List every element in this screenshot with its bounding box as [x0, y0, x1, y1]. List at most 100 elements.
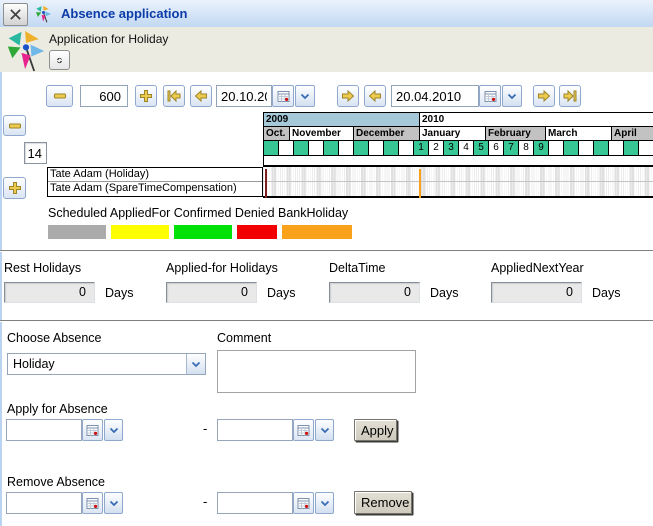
choose-absence-label: Choose Absence: [7, 331, 102, 345]
close-icon: [9, 8, 22, 21]
timeline-week-cell: 5: [474, 141, 489, 156]
dropdown-button[interactable]: [104, 492, 123, 514]
arrow-left-icon: [368, 89, 382, 103]
zoom-out-button[interactable]: [46, 85, 73, 107]
timeline-week-cell: [324, 141, 339, 156]
today-marker: [265, 169, 267, 198]
calendar-button[interactable]: [293, 419, 314, 441]
summary-field-unit: Days: [105, 286, 133, 300]
arrow-left-icon: [194, 89, 208, 103]
pinwheel-icon: [6, 29, 46, 73]
zoom-in-button[interactable]: [135, 85, 157, 107]
combobox-dropdown-button[interactable]: [186, 354, 205, 374]
timeline-week-cell: [564, 141, 579, 156]
apply-to-date-picker-input[interactable]: [217, 419, 293, 441]
comment-label: Comment: [217, 331, 271, 345]
absence-grid-row[interactable]: [263, 182, 653, 196]
calendar-button[interactable]: [82, 419, 103, 441]
apply-from-date-picker-input[interactable]: [6, 419, 82, 441]
remove-button[interactable]: Remove: [354, 491, 412, 514]
timeline-week-cell: 6: [489, 141, 504, 156]
absence-type-value: Holiday: [8, 354, 186, 374]
legend-caption: Scheduled AppliedFor Confirmed Denied Ba…: [48, 206, 348, 220]
prev-from-date-button[interactable]: [190, 85, 212, 107]
timeline-month-cell: January: [420, 127, 486, 141]
close-button[interactable]: [3, 3, 28, 26]
refresh-icon: [56, 53, 63, 68]
timeline-month-cell: Oct.: [264, 127, 290, 141]
to-date-calendar-button[interactable]: [479, 85, 501, 107]
timeline-week-cell: [639, 141, 653, 156]
scale-input[interactable]: [80, 85, 128, 107]
header-panel: Application for Holiday: [0, 27, 653, 72]
timeline-year-cell: 2010: [420, 113, 653, 127]
summary-field-unit: Days: [592, 286, 620, 300]
absence-application-window: Absence application Application for Holi…: [0, 0, 653, 526]
dropdown-button[interactable]: [315, 419, 334, 441]
calendar-icon: [297, 497, 310, 510]
separator: [0, 250, 653, 252]
pinwheel-icon: [35, 5, 52, 23]
to-date-field: [391, 85, 522, 107]
window-left-border: [0, 27, 2, 526]
row-height-decrease-button[interactable]: [3, 115, 26, 136]
apply-to-date-picker: [217, 419, 334, 441]
timeline-week-cell: [309, 141, 324, 156]
apply-button[interactable]: Apply: [354, 419, 397, 441]
timeline-week-cell: 3: [444, 141, 459, 156]
timeline-month-cell: March: [546, 127, 612, 141]
timeline-month-cell: February: [486, 127, 546, 141]
chevron-down-icon: [191, 361, 201, 368]
timeline-month-cell: November: [290, 127, 354, 141]
summary-field-label: Applied-for Holidays: [166, 261, 278, 275]
calendar-icon: [484, 90, 497, 103]
date-range-dash: -: [203, 494, 207, 509]
timeline-week-cell: [354, 141, 369, 156]
skip-to-start-icon: [167, 89, 181, 103]
page-title: Application for Holiday: [49, 32, 168, 46]
from-date-dropdown-button[interactable]: [295, 85, 315, 107]
row-height-input[interactable]: [24, 142, 47, 164]
go-last-button[interactable]: [559, 85, 581, 107]
timeline-week-cell: [279, 141, 294, 156]
absence-type-combobox[interactable]: Holiday: [7, 353, 206, 375]
prev-to-date-button[interactable]: [364, 85, 386, 107]
calendar-icon: [277, 90, 290, 103]
summary-field-value: 0: [4, 282, 95, 303]
legend-swatch-scheduled: [48, 225, 106, 239]
calendar-button[interactable]: [293, 492, 314, 514]
timeline-week-cell: [369, 141, 384, 156]
timeline-connector-line: [263, 141, 264, 166]
timeline-week-cell: 8: [519, 141, 534, 156]
to-date-dropdown-button[interactable]: [502, 85, 522, 107]
dropdown-button[interactable]: [315, 492, 334, 514]
summary-field-unit: Days: [267, 286, 295, 300]
bank-holiday-marker: [419, 169, 421, 198]
remove-to-date-picker-input[interactable]: [217, 492, 293, 514]
absence-grid-row[interactable]: [263, 167, 653, 181]
remove-from-date-picker-input[interactable]: [6, 492, 82, 514]
next-from-date-button[interactable]: [337, 85, 359, 107]
timeline-month-cell: April: [612, 127, 653, 141]
timeline-year-cell: 2009: [264, 113, 420, 127]
timeline-week-cell: [399, 141, 414, 156]
timeline-week-cell: 9: [534, 141, 549, 156]
refresh-button[interactable]: [49, 50, 70, 70]
dropdown-button[interactable]: [104, 419, 123, 441]
calendar-button[interactable]: [82, 492, 103, 514]
absence-grid[interactable]: [263, 165, 653, 198]
from-date-calendar-button[interactable]: [272, 85, 294, 107]
go-first-button[interactable]: [163, 85, 185, 107]
timeline-week-cell: [579, 141, 594, 156]
comment-textarea[interactable]: [217, 350, 416, 393]
calendar-icon: [86, 424, 99, 437]
chevron-down-icon: [109, 427, 119, 434]
arrow-right-icon: [341, 89, 355, 103]
date-range-dash: -: [203, 421, 207, 436]
row-height-increase-button[interactable]: [3, 177, 26, 199]
next-to-date-button[interactable]: [533, 85, 555, 107]
to-date-input[interactable]: [391, 85, 479, 107]
chevron-down-icon: [109, 500, 119, 507]
remove-to-date-picker: [217, 492, 334, 514]
from-date-input[interactable]: [216, 85, 272, 107]
